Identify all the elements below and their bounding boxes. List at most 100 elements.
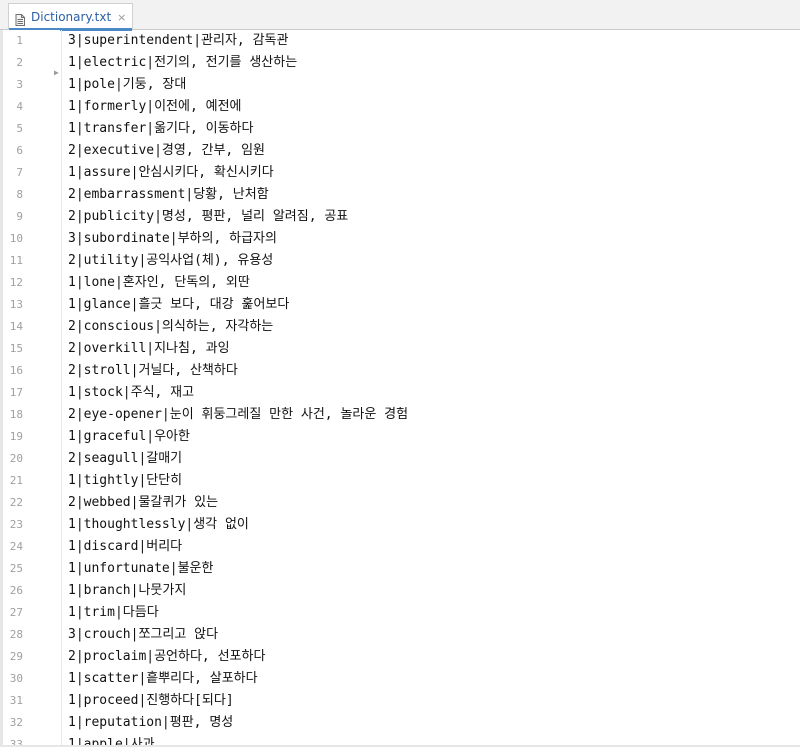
line-number: 9 (16, 210, 23, 223)
line-text[interactable]: 1|proceed|진행하다[되다] (68, 692, 234, 710)
line-text[interactable]: 1|branch|나뭇가지 (68, 582, 186, 600)
line-number: 26 (9, 584, 23, 597)
editor-line[interactable]: 20 2|seagull|갈매기 (0, 448, 800, 470)
editor-line[interactable]: 28 3|crouch|쪼그리고 앉다 (0, 624, 800, 646)
line-text[interactable]: 1|stock|주식, 재고 (68, 384, 194, 402)
line-text[interactable]: 1|assure|안심시키다, 확신시키다 (68, 164, 274, 182)
line-text[interactable]: 2|executive|경영, 간부, 임원 (68, 142, 265, 160)
line-text[interactable]: 2|embarrassment|당황, 난처함 (68, 186, 269, 204)
line-text[interactable]: 1|thoughtlessly|생각 없이 (68, 516, 249, 534)
text-file-icon (15, 11, 25, 26)
line-text[interactable]: 2|conscious|의식하는, 자각하는 (68, 318, 273, 336)
line-text[interactable]: 1|pole|기둥, 장대 (68, 76, 186, 94)
editor-line[interactable]: 19 1|graceful|우아한 (0, 426, 800, 448)
line-number: 32 (9, 716, 23, 729)
line-text[interactable]: 2|overkill|지나침, 과잉 (68, 340, 230, 358)
line-text[interactable]: 1|unfortunate|불운한 (68, 560, 213, 578)
line-text[interactable]: 1|formerly|이전에, 예전에 (68, 98, 242, 116)
line-number: 2 (16, 56, 23, 69)
editor-line[interactable]: 2 1|electric|전기의, 전기를 생산하는 (0, 52, 800, 74)
line-text[interactable]: 2|webbed|물갈퀴가 있는 (68, 494, 218, 512)
editor-line[interactable]: 7 1|assure|안심시키다, 확신시키다 (0, 162, 800, 184)
line-number: 24 (9, 540, 23, 553)
line-number: 1 (16, 34, 23, 47)
line-text[interactable]: 3|crouch|쪼그리고 앉다 (68, 626, 218, 644)
line-text[interactable]: 1|scatter|흩뿌리다, 살포하다 (68, 670, 258, 688)
line-number: 10 (9, 232, 23, 245)
editor-line[interactable]: 3 1|pole|기둥, 장대 (0, 74, 800, 96)
editor-line[interactable]: 11 2|utility|공익사업(체), 유용성 (0, 250, 800, 272)
line-text[interactable]: 1|electric|전기의, 전기를 생산하는 (68, 54, 297, 72)
editor-line[interactable]: 22 2|webbed|물갈퀴가 있는 (0, 492, 800, 514)
line-text[interactable]: 1|tightly|단단히 (68, 472, 182, 490)
editor-line[interactable]: 4 1|formerly|이전에, 예전에 (0, 96, 800, 118)
line-number: 29 (9, 650, 23, 663)
line-text[interactable]: 3|superintendent|관리자, 감독관 (68, 32, 288, 50)
editor-line[interactable]: 30 1|scatter|흩뿌리다, 살포하다 (0, 668, 800, 690)
editor-line[interactable]: 27 1|trim|다듬다 (0, 602, 800, 624)
line-text[interactable]: 1|discard|버리다 (68, 538, 182, 556)
line-number: 28 (9, 628, 23, 641)
editor-line[interactable]: 15 2|overkill|지나침, 과잉 (0, 338, 800, 360)
line-number: 6 (16, 144, 23, 157)
editor-line[interactable]: 32 1|reputation|평판, 명성 (0, 712, 800, 734)
editor-line[interactable]: 10 3|subordinate|부하의, 하급자의 (0, 228, 800, 250)
line-text[interactable]: 2|utility|공익사업(체), 유용성 (68, 252, 273, 270)
line-number: 23 (9, 518, 23, 531)
line-text[interactable]: 2|stroll|거닐다, 산책하다 (68, 362, 238, 380)
line-number: 30 (9, 672, 23, 685)
line-text[interactable]: 2|seagull|갈매기 (68, 450, 182, 468)
editor-line[interactable]: 21 1|tightly|단단히 (0, 470, 800, 492)
line-number: 14 (9, 320, 23, 333)
line-number: 8 (16, 188, 23, 201)
line-text[interactable]: 1|transfer|옮기다, 이동하다 (68, 120, 253, 138)
line-number: 5 (16, 122, 23, 135)
editor-line[interactable]: 14 2|conscious|의식하는, 자각하는 (0, 316, 800, 338)
line-number: 11 (9, 254, 23, 267)
line-number: 20 (9, 452, 23, 465)
line-number: 27 (9, 606, 23, 619)
editor-line[interactable]: 23 1|thoughtlessly|생각 없이 (0, 514, 800, 536)
line-text[interactable]: 1|glance|흘긋 보다, 대강 훑어보다 (68, 296, 289, 314)
line-text[interactable]: 3|subordinate|부하의, 하급자의 (68, 230, 277, 248)
tab-title: Dictionary.txt (31, 10, 112, 24)
editor-line[interactable]: 9 2|publicity|명성, 평판, 널리 알려짐, 공표 (0, 206, 800, 228)
line-number: 16 (9, 364, 23, 377)
line-text[interactable]: 1|reputation|평판, 명성 (68, 714, 233, 732)
editor-line[interactable]: 8 2|embarrassment|당황, 난처함 (0, 184, 800, 206)
line-text[interactable]: 2|publicity|명성, 평판, 널리 알려짐, 공표 (68, 208, 348, 226)
line-number: 25 (9, 562, 23, 575)
line-number: 21 (9, 474, 23, 487)
line-number: 17 (9, 386, 23, 399)
close-icon[interactable]: × (117, 11, 126, 24)
line-text[interactable]: 2|proclaim|공언하다, 선포하다 (68, 648, 265, 666)
line-number: 18 (9, 408, 23, 421)
editor-line[interactable]: 24 1|discard|버리다 (0, 536, 800, 558)
editor-line[interactable]: 29 2|proclaim|공언하다, 선포하다 (0, 646, 800, 668)
line-number: 22 (9, 496, 23, 509)
editor-line[interactable]: 26 1|branch|나뭇가지 (0, 580, 800, 602)
editor-line[interactable]: 17 1|stock|주식, 재고 (0, 382, 800, 404)
line-number: 3 (16, 78, 23, 91)
editor-line[interactable]: 16 2|stroll|거닐다, 산책하다 (0, 360, 800, 382)
editor-line[interactable]: 31 1|proceed|진행하다[되다] (0, 690, 800, 712)
tab-strip: Dictionary.txt × (0, 0, 800, 31)
line-number: 19 (9, 430, 23, 443)
line-number: 7 (16, 166, 23, 179)
editor-line[interactable]: 13 1|glance|흘긋 보다, 대강 훑어보다 (0, 294, 800, 316)
line-number: 15 (9, 342, 23, 355)
line-text[interactable]: 2|eye-opener|눈이 휘둥그레질 만한 사건, 놀라운 경험 (68, 406, 408, 424)
editor-line[interactable]: 1 3|superintendent|관리자, 감독관 (0, 30, 800, 52)
tab-dictionary-txt[interactable]: Dictionary.txt × (8, 3, 134, 31)
editor-line[interactable]: 25 1|unfortunate|불운한 (0, 558, 800, 580)
editor-line[interactable]: 5 1|transfer|옮기다, 이동하다 (0, 118, 800, 140)
line-text[interactable]: 1|trim|다듬다 (68, 604, 159, 622)
editor-line[interactable]: 12 1|lone|혼자인, 단독의, 외딴 (0, 272, 800, 294)
line-number: 12 (9, 276, 23, 289)
line-text[interactable]: 1|lone|혼자인, 단독의, 외딴 (68, 274, 250, 292)
editor-line[interactable]: 6 2|executive|경영, 간부, 임원 (0, 140, 800, 162)
line-text[interactable]: 1|graceful|우아한 (68, 428, 190, 446)
editor-line[interactable]: 18 2|eye-opener|눈이 휘둥그레질 만한 사건, 놀라운 경험 (0, 404, 800, 426)
editor-content[interactable]: 1 3|superintendent|관리자, 감독관 2 1|electric|전기… (0, 30, 800, 747)
line-number: 13 (9, 298, 23, 311)
